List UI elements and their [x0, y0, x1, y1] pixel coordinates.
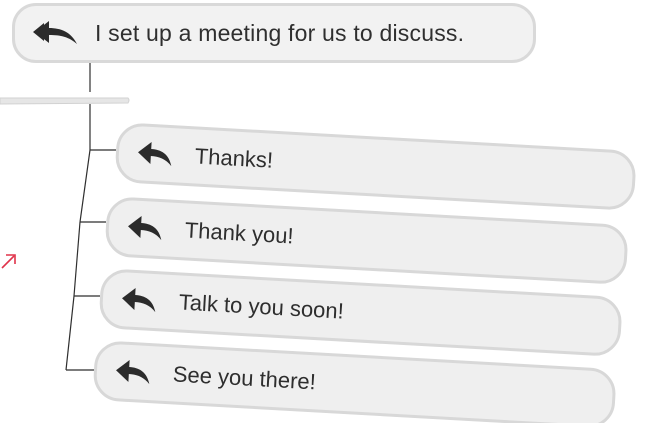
smart-reply-label: Thank you!	[184, 217, 295, 249]
smart-reply-label: See you there!	[172, 361, 317, 395]
reply-icon	[120, 285, 162, 315]
smart-reply-option[interactable]: Thanks!	[114, 122, 637, 211]
smart-reply-tree: I set up a meeting for us to discuss. Th…	[0, 0, 646, 423]
reply-icon	[126, 213, 168, 243]
reply-icon	[136, 139, 178, 169]
reply-icon	[114, 357, 156, 387]
original-message-text: I set up a meeting for us to discuss.	[95, 19, 465, 46]
reply-all-icon	[33, 19, 83, 47]
smart-reply-label: Thanks!	[194, 143, 274, 173]
smart-reply-label: Talk to you soon!	[178, 289, 345, 324]
arrow-up-right-icon	[1, 254, 16, 269]
original-message-bubble: I set up a meeting for us to discuss.	[12, 3, 536, 63]
